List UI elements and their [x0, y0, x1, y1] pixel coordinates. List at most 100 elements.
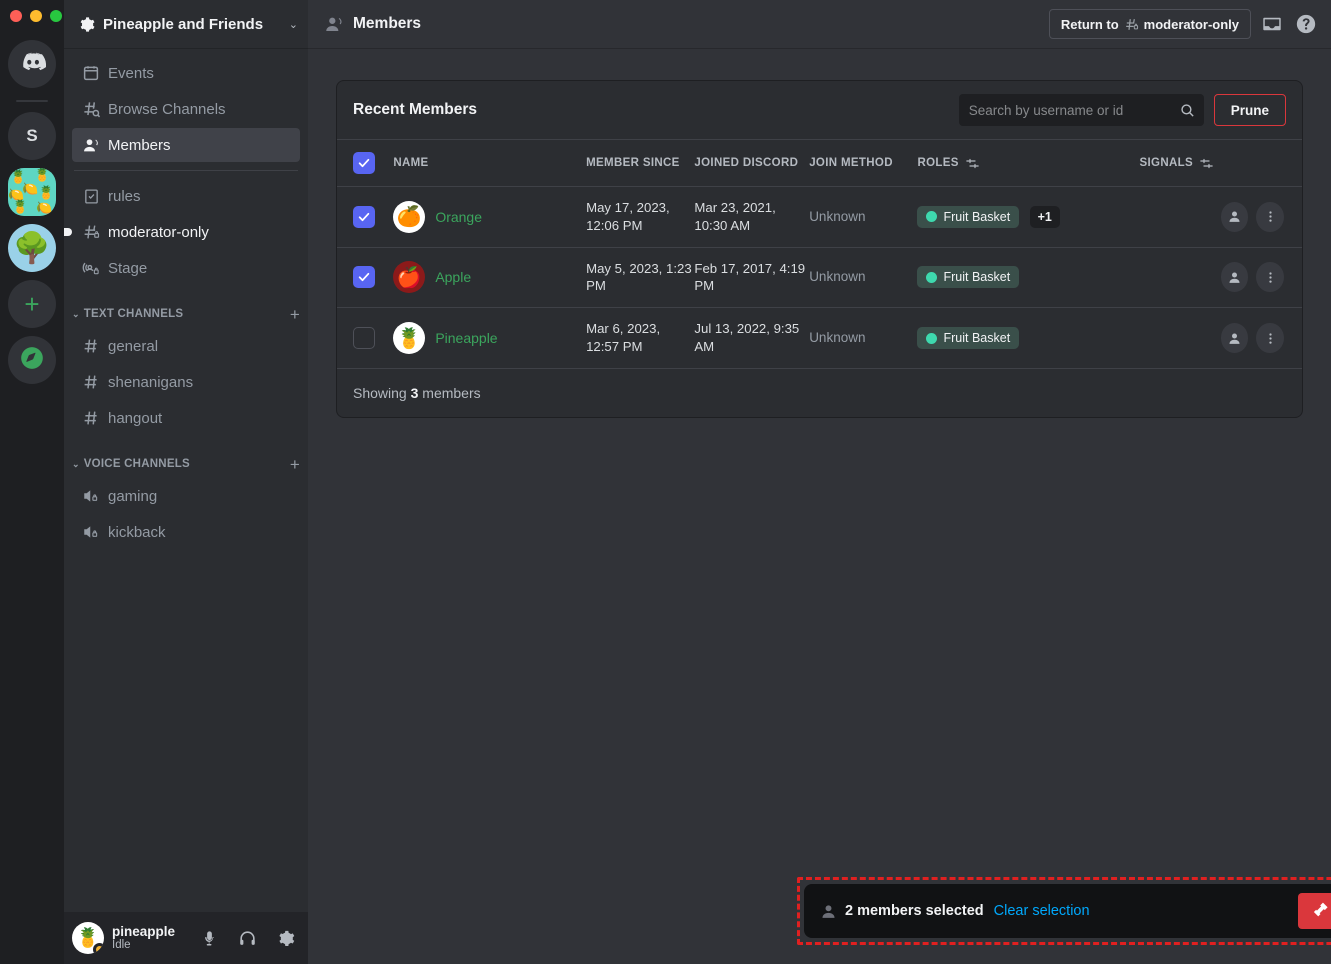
- server-icon-apple-tree[interactable]: 🌳: [8, 224, 56, 272]
- sidebar-item-events[interactable]: Events: [72, 56, 300, 90]
- avatar[interactable]: 🍍: [72, 922, 104, 954]
- table-row[interactable]: 🍍 Pineapple Mar 6, 2023, 12:57 PM Jul 13…: [337, 307, 1302, 369]
- sidebar-item-members[interactable]: Members: [72, 128, 300, 162]
- server-icon-discord-home[interactable]: [8, 40, 56, 88]
- inbox-icon[interactable]: [1259, 11, 1285, 37]
- headphones-icon[interactable]: [232, 923, 262, 953]
- search-box[interactable]: [958, 94, 1204, 126]
- browse-channels-icon: [80, 100, 102, 119]
- sidebar-item-label: Events: [108, 64, 154, 82]
- microphone-icon[interactable]: [194, 923, 224, 953]
- sidebar-channel-gaming[interactable]: gaming: [72, 479, 300, 513]
- member-name[interactable]: Apple: [435, 269, 471, 285]
- category-text-channels[interactable]: ⌄ TEXT CHANNELS +: [72, 301, 300, 327]
- add-voice-channel-button[interactable]: +: [290, 456, 300, 473]
- row-join-method: Unknown: [809, 186, 918, 248]
- row-more-options-button[interactable]: [1256, 201, 1284, 232]
- search-input[interactable]: [968, 102, 1179, 118]
- sidebar-channel-hangout[interactable]: hangout: [72, 401, 300, 435]
- chevron-down-icon[interactable]: ⌄: [289, 18, 298, 31]
- server-header[interactable]: Pineapple and Friends ⌄: [64, 0, 308, 48]
- sidebar-channel-kickback[interactable]: kickback: [72, 515, 300, 549]
- speaker-lock-icon: [80, 523, 102, 541]
- row-roles: Fruit Basket: [917, 307, 1140, 369]
- pineapple-pattern-icon: 🍍 🍍 🍋 🍋 🍍 🍍 🍋: [8, 168, 56, 216]
- column-header-roles[interactable]: ROLES: [917, 139, 1140, 187]
- explore-servers-button[interactable]: [8, 336, 56, 384]
- sidebar-channel-general[interactable]: general: [72, 329, 300, 363]
- hash-icon: [80, 409, 102, 427]
- role-badge[interactable]: Fruit Basket: [917, 266, 1020, 289]
- hash-lock-icon: [80, 223, 102, 241]
- avatar[interactable]: 🍎: [393, 261, 426, 294]
- row-more-options-button[interactable]: [1256, 262, 1284, 293]
- return-to-channel-button[interactable]: Return to moderator-only: [1048, 9, 1251, 39]
- server-icon-s[interactable]: S: [8, 112, 56, 160]
- avatar[interactable]: 🍊: [393, 200, 426, 233]
- sidebar-channel-label: Stage: [108, 259, 148, 277]
- row-checkbox[interactable]: [353, 266, 375, 289]
- table-row[interactable]: 🍊 Orange May 17, 2023, 12:06 PM Mar 23, …: [337, 186, 1302, 248]
- main-content: Members Return to moderator-only Recent …: [308, 0, 1331, 964]
- role-color-dot: [926, 271, 938, 283]
- sidebar-item-browse-channels[interactable]: Browse Channels: [72, 92, 300, 126]
- sidebar-channel-label: moderator-only: [108, 223, 209, 241]
- clear-selection-link[interactable]: Clear selection: [994, 903, 1090, 919]
- prune-button[interactable]: Prune: [1213, 94, 1286, 126]
- footer-suffix: members: [422, 384, 481, 401]
- calendar-icon: [80, 64, 102, 82]
- select-all-checkbox[interactable]: [353, 152, 375, 174]
- view-profile-button[interactable]: [1220, 262, 1249, 293]
- maximize-window-button[interactable]: [50, 10, 62, 22]
- select-all-header: [337, 139, 394, 187]
- sidebar-channel-stage[interactable]: Stage: [72, 251, 300, 285]
- ban-members-button[interactable]: Ban Members: [1298, 893, 1331, 929]
- avatar[interactable]: 🍍: [393, 322, 426, 355]
- row-member-since: May 5, 2023, 1:23 PM: [586, 247, 695, 309]
- members-icon: [80, 136, 102, 155]
- role-badge[interactable]: Fruit Basket: [917, 205, 1020, 228]
- add-text-channel-button[interactable]: +: [290, 306, 300, 323]
- row-checkbox[interactable]: [353, 327, 375, 350]
- top-bar: Members Return to moderator-only: [308, 0, 1331, 48]
- sidebar-channel-shenanigans[interactable]: shenanigans: [72, 365, 300, 399]
- minimize-window-button[interactable]: [30, 10, 42, 22]
- category-voice-channels[interactable]: ⌄ VOICE CHANNELS +: [72, 451, 300, 477]
- filter-icon[interactable]: [1199, 156, 1214, 171]
- row-join-method: Unknown: [809, 307, 918, 369]
- view-profile-button[interactable]: [1220, 323, 1249, 354]
- sidebar-channel-moderator-only[interactable]: moderator-only: [64, 215, 300, 249]
- row-checkbox[interactable]: [353, 205, 375, 228]
- column-header-signals[interactable]: SIGNALS: [1139, 139, 1302, 187]
- server-name: Pineapple and Friends: [103, 15, 264, 33]
- rules-icon: [80, 188, 102, 205]
- member-name[interactable]: Pineapple: [435, 330, 497, 346]
- table-header-row: NAME MEMBER SINCE JOINED DISCORD JOIN ME…: [337, 139, 1302, 187]
- sidebar-channel-rules[interactable]: rules: [72, 179, 300, 213]
- add-server-button[interactable]: +: [8, 280, 56, 328]
- joined-discord-value: Jul 13, 2022, 9:35 AM: [694, 321, 800, 355]
- gear-icon[interactable]: [270, 923, 300, 953]
- view-profile-button[interactable]: [1220, 201, 1249, 232]
- chevron-down-icon: ⌄: [72, 458, 80, 469]
- role-label: Fruit Basket: [943, 331, 1011, 346]
- server-icon-pineapple-pattern[interactable]: 🍍 🍍 🍋 🍋 🍍 🍍 🍋: [8, 168, 56, 216]
- row-more-options-button[interactable]: [1256, 323, 1284, 354]
- column-header-name: NAME: [393, 139, 587, 187]
- sidebar-channel-label: rules: [108, 187, 141, 205]
- table-row[interactable]: 🍎 Apple May 5, 2023, 1:23 PM Feb 17, 201…: [337, 247, 1302, 309]
- row-actions: [1220, 307, 1302, 369]
- close-window-button[interactable]: [10, 10, 22, 22]
- help-icon[interactable]: [1293, 11, 1319, 37]
- roles-overflow-badge[interactable]: +1: [1029, 205, 1060, 228]
- hash-lock-icon: [1124, 17, 1139, 32]
- user-identity[interactable]: pineapple Idle: [112, 924, 186, 953]
- category-label: TEXT CHANNELS: [83, 308, 184, 320]
- role-badge[interactable]: Fruit Basket: [917, 327, 1020, 350]
- username: pineapple: [112, 923, 176, 939]
- row-joined-discord: Jul 13, 2022, 9:35 AM: [694, 307, 810, 369]
- member-name[interactable]: Orange: [435, 209, 482, 225]
- hash-icon: [80, 337, 102, 355]
- filter-icon[interactable]: [965, 156, 980, 171]
- sidebar-item-label: Browse Channels: [108, 100, 226, 118]
